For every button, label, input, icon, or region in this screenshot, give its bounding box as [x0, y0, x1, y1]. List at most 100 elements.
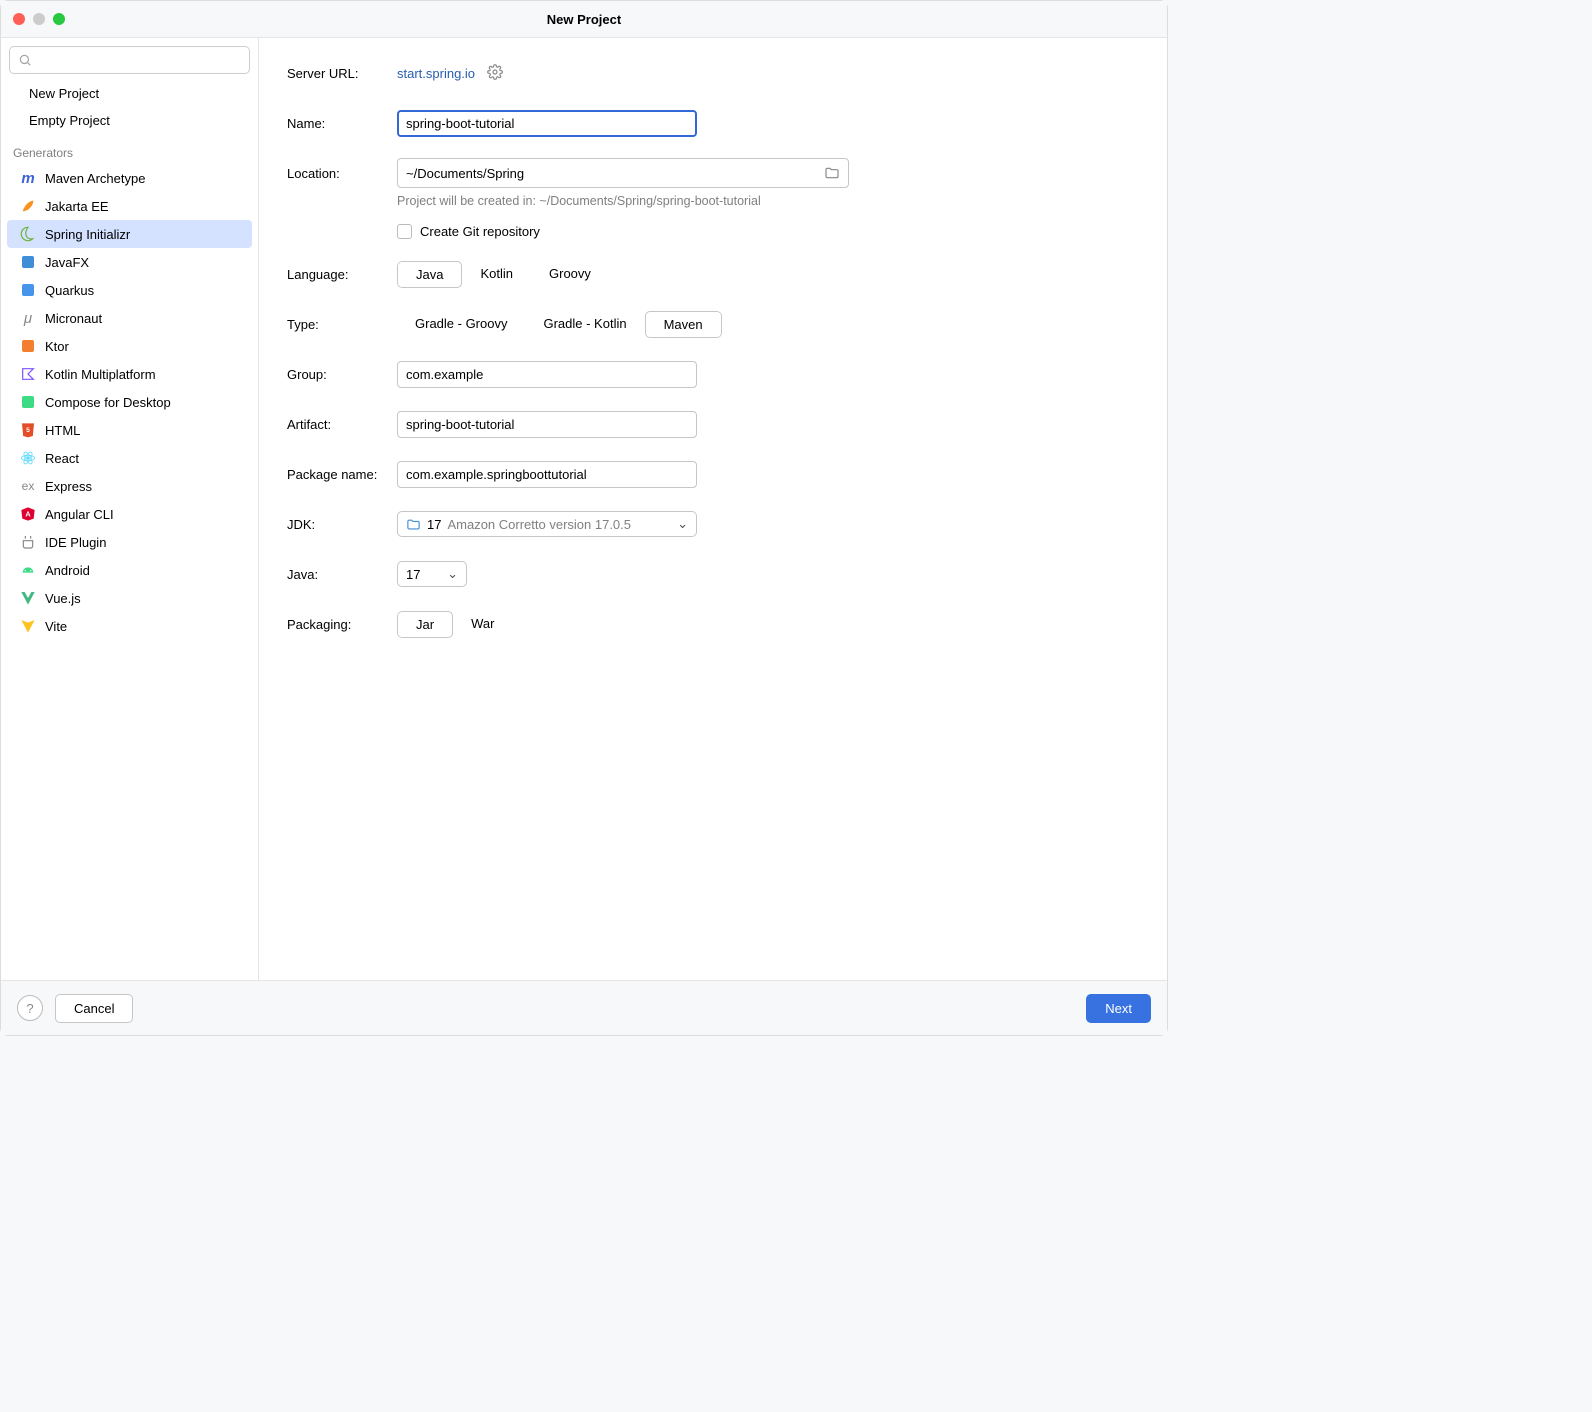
search-input[interactable]: [9, 46, 250, 74]
generator-item[interactable]: JavaFX: [7, 248, 252, 276]
generator-item[interactable]: Vue.js: [7, 584, 252, 612]
window-controls: [13, 13, 65, 25]
footer: ? Cancel Next: [1, 981, 1167, 1035]
chevron-down-icon: ⌄: [677, 516, 688, 532]
name-label: Name:: [287, 116, 397, 131]
maximize-window-icon[interactable]: [53, 13, 65, 25]
generator-label: IDE Plugin: [45, 535, 106, 550]
generator-item[interactable]: Vite: [7, 612, 252, 640]
micronaut-icon: μ: [19, 309, 37, 327]
generator-item[interactable]: m Maven Archetype: [7, 164, 252, 192]
svg-text:5: 5: [26, 427, 30, 434]
generator-item[interactable]: Quarkus: [7, 276, 252, 304]
generator-item[interactable]: μMicronaut: [7, 304, 252, 332]
generator-label: Maven Archetype: [45, 171, 145, 186]
server-url-label: Server URL:: [287, 66, 397, 81]
search-icon: [18, 53, 32, 67]
artifact-label: Artifact:: [287, 417, 397, 432]
generator-item[interactable]: Android: [7, 556, 252, 584]
folder-icon[interactable]: [824, 165, 840, 181]
jdk-dropdown[interactable]: 17 Amazon Corretto version 17.0.5 ⌄: [397, 511, 697, 537]
generator-item[interactable]: React: [7, 444, 252, 472]
package-label: Package name:: [287, 467, 397, 482]
generator-label: JavaFX: [45, 255, 89, 270]
type-segmented: Gradle - GroovyGradle - KotlinMaven: [397, 311, 722, 338]
kotlin-icon: [19, 365, 37, 383]
generator-item[interactable]: Spring Initializr: [7, 220, 252, 248]
segment-option[interactable]: Maven: [645, 311, 722, 338]
help-button[interactable]: ?: [17, 995, 43, 1021]
segment-option[interactable]: Java: [397, 261, 462, 288]
group-label: Group:: [287, 367, 397, 382]
angular-icon: A: [19, 505, 37, 523]
main-area: New ProjectEmpty Project Generators mMav…: [1, 37, 1167, 981]
segment-option[interactable]: Gradle - Groovy: [397, 311, 525, 338]
generator-item[interactable]: Ktor: [7, 332, 252, 360]
jdk-label: JDK:: [287, 517, 397, 532]
generator-item[interactable]: Compose for Desktop: [7, 388, 252, 416]
language-label: Language:: [287, 267, 397, 282]
generator-label: Kotlin Multiplatform: [45, 367, 156, 382]
react-icon: [19, 449, 37, 467]
group-field[interactable]: [397, 361, 697, 388]
segment-option[interactable]: Jar: [397, 611, 453, 638]
generator-item[interactable]: ex Express: [7, 472, 252, 500]
javafx-icon: [19, 253, 37, 271]
segment-option[interactable]: Groovy: [531, 261, 609, 288]
folder-small-icon: [406, 517, 421, 532]
language-segmented: JavaKotlinGroovy: [397, 261, 609, 288]
generator-label: Vue.js: [45, 591, 81, 606]
html-icon: 5: [19, 421, 37, 439]
close-window-icon[interactable]: [13, 13, 25, 25]
express-icon: ex: [19, 477, 37, 495]
sidebar-item[interactable]: New Project: [1, 80, 258, 107]
generator-item[interactable]: IDE Plugin: [7, 528, 252, 556]
jdk-num: 17: [427, 517, 441, 532]
next-button[interactable]: Next: [1086, 994, 1151, 1023]
segment-option[interactable]: Kotlin: [462, 261, 531, 288]
svg-text:A: A: [25, 510, 31, 519]
window-title: New Project: [547, 12, 621, 27]
java-dropdown[interactable]: 17 ⌄: [397, 561, 467, 587]
cancel-button[interactable]: Cancel: [55, 994, 133, 1023]
compose-icon: [19, 393, 37, 411]
generator-label: Spring Initializr: [45, 227, 130, 242]
artifact-field[interactable]: [397, 411, 697, 438]
git-checkbox[interactable]: [397, 224, 412, 239]
git-checkbox-label: Create Git repository: [420, 224, 540, 239]
server-url-link[interactable]: start.spring.io: [397, 66, 475, 81]
maven-icon: m: [19, 169, 37, 187]
generator-label: Android: [45, 563, 90, 578]
ktor-icon: [19, 337, 37, 355]
segment-option[interactable]: War: [453, 611, 512, 638]
type-label: Type:: [287, 317, 397, 332]
location-label: Location:: [287, 166, 397, 181]
location-hint: Project will be created in: ~/Documents/…: [397, 194, 1139, 208]
generator-label: React: [45, 451, 79, 466]
generator-label: Vite: [45, 619, 67, 634]
generator-label: Compose for Desktop: [45, 395, 171, 410]
jdk-desc: Amazon Corretto version 17.0.5: [447, 517, 631, 532]
generator-label: Express: [45, 479, 92, 494]
package-field[interactable]: [397, 461, 697, 488]
generator-label: Ktor: [45, 339, 69, 354]
generator-label: HTML: [45, 423, 80, 438]
titlebar: New Project: [1, 1, 1167, 37]
generator-item[interactable]: Jakarta EE: [7, 192, 252, 220]
segment-option[interactable]: Gradle - Kotlin: [525, 311, 644, 338]
location-field[interactable]: ~/Documents/Spring: [397, 158, 849, 188]
spring-icon: [19, 225, 37, 243]
packaging-label: Packaging:: [287, 617, 397, 632]
minimize-window-icon[interactable]: [33, 13, 45, 25]
name-field[interactable]: [397, 110, 697, 137]
generator-item[interactable]: AAngular CLI: [7, 500, 252, 528]
chevron-down-icon: ⌄: [447, 566, 458, 582]
plugin-icon: [19, 533, 37, 551]
gear-icon[interactable]: [487, 64, 503, 83]
generator-item[interactable]: Kotlin Multiplatform: [7, 360, 252, 388]
sidebar-item[interactable]: Empty Project: [1, 107, 258, 134]
packaging-segmented: JarWar: [397, 611, 512, 638]
jakarta-icon: [19, 197, 37, 215]
generator-item[interactable]: 5 HTML: [7, 416, 252, 444]
generator-label: Quarkus: [45, 283, 94, 298]
